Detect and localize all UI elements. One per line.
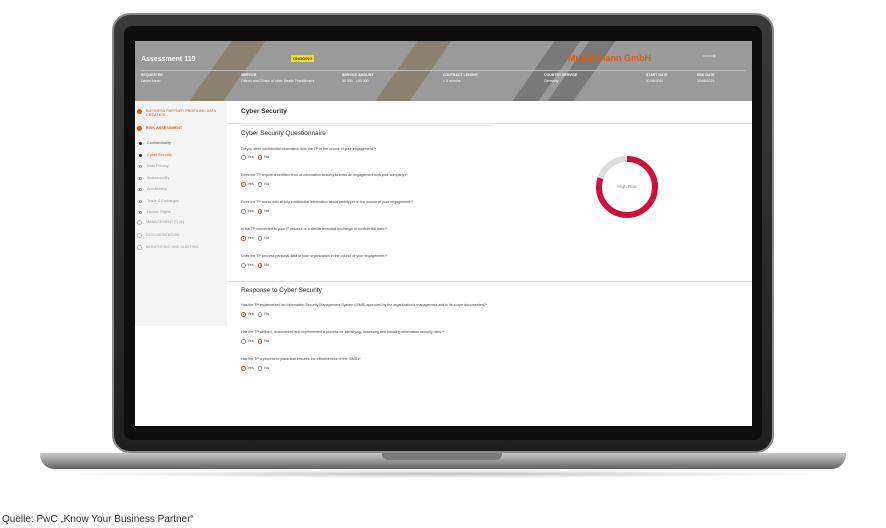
- substep-done-icon: [139, 142, 142, 145]
- section-divider: [227, 281, 752, 282]
- app-screen: Assessment 119 ONGOING Mustermann GmbH ⟶…: [135, 41, 752, 426]
- risk-level-label: High Risk: [617, 184, 637, 189]
- radio-button[interactable]: [257, 236, 263, 241]
- header-decoration: [168, 41, 280, 101]
- meta-requester: REQUESTER Daniel Meier: [141, 73, 163, 83]
- radio-button-selected[interactable]: [241, 366, 246, 371]
- radio-button[interactable]: [257, 366, 263, 371]
- meta-contract-length: CONTRACT LENGHT < 6 months: [443, 73, 478, 83]
- meta-service-amount: SERVICE AMOUNT 20 000 - 100 000: [342, 73, 374, 83]
- question-text: Has the TP implemented an Information Se…: [241, 303, 488, 307]
- question-text: Does the TP require a certified level of…: [241, 173, 408, 177]
- answer-group: Yes No: [241, 312, 273, 317]
- meta-service: SERVICE Offices and Clinics of other Hea…: [241, 73, 315, 83]
- meta-end-date: END DATE 31/05/2021: [697, 73, 715, 83]
- sidebar-item-risk-assessment[interactable]: RISK ASSESSMENT: [137, 126, 182, 131]
- sidebar-item-management-plan[interactable]: MANAGEMENT PLAN: [137, 220, 184, 225]
- sidebar-item-confidentiality[interactable]: Confidentiality: [139, 141, 171, 145]
- radio-button[interactable]: [257, 312, 263, 317]
- title-divider: [227, 123, 752, 124]
- radio-yes[interactable]: Yes: [241, 209, 254, 214]
- laptop-notch: [382, 453, 502, 460]
- assessment-header: Assessment 119 ONGOING Mustermann GmbH ⟶…: [135, 41, 752, 101]
- radio-yes[interactable]: Yes: [241, 366, 254, 371]
- question-text: Is the TP connected to your IT network o…: [241, 227, 388, 231]
- step-pending-icon: [137, 233, 142, 238]
- radio-button-selected[interactable]: [257, 263, 263, 268]
- sidebar-item-anti-bribery[interactable]: Anti-Bribery: [139, 187, 167, 191]
- sidebar-item-human-rights[interactable]: Human Rights: [139, 210, 171, 214]
- radio-button[interactable]: [241, 263, 246, 268]
- sidebar-item-profiling[interactable]: BUSINESS PARTNER PROFILING DATA CREATION: [137, 109, 225, 117]
- substep-current-icon: [139, 154, 142, 157]
- radio-no[interactable]: No: [257, 339, 269, 344]
- radio-button[interactable]: [241, 155, 246, 160]
- radio-no[interactable]: No: [257, 155, 269, 160]
- question-text: Do you store confidential information wi…: [241, 147, 377, 151]
- question-text: Does the TP process personal data of you…: [241, 254, 388, 258]
- laptop-mockup: Assessment 119 ONGOING Mustermann GmbH ⟶…: [0, 0, 886, 528]
- meta-country-service: COUNTRY SERVICE Germany: [544, 73, 578, 83]
- sidebar-item-cyber-security[interactable]: Cyber Security: [139, 153, 172, 157]
- page-title: Cyber Security: [241, 108, 287, 115]
- radio-no[interactable]: No: [257, 263, 269, 268]
- radio-yes[interactable]: Yes: [241, 263, 254, 268]
- radio-yes[interactable]: Yes: [241, 339, 254, 344]
- image-source-caption: Quelle: PwC „Know Your Business Partner“: [2, 514, 194, 525]
- radio-yes[interactable]: Yes: [241, 312, 254, 317]
- radio-yes[interactable]: Yes: [241, 182, 254, 187]
- sidebar-item-trade-embargos[interactable]: Trade & Embargos: [139, 199, 179, 203]
- radio-button-selected[interactable]: [241, 182, 246, 187]
- radio-yes[interactable]: Yes: [241, 155, 254, 160]
- radio-button-selected[interactable]: [257, 209, 263, 214]
- radio-yes[interactable]: Yes: [241, 236, 254, 241]
- radio-no[interactable]: No: [257, 209, 269, 214]
- question-text: Has the TP defined, documented and imple…: [241, 330, 445, 334]
- answer-group: Yes No: [241, 366, 273, 371]
- substep-pending-icon: [139, 165, 142, 168]
- question-text: Has the TP a process in place that ensur…: [241, 357, 361, 361]
- sidebar-item-monitoring[interactable]: MONITORING AND AUDITING: [137, 245, 198, 250]
- meta-start-date: START DATE 01/06/2021: [646, 73, 668, 83]
- radio-no[interactable]: No: [257, 312, 269, 317]
- sidebar-item-data-privacy[interactable]: Data Privacy: [139, 164, 169, 168]
- section-divider: [241, 125, 493, 126]
- header-divider: [141, 70, 746, 71]
- answer-group: Yes No: [241, 263, 273, 268]
- questionnaire-title: Cyber Security Questionnaire: [241, 130, 326, 137]
- response-title: Response to Cyber Security: [241, 287, 322, 294]
- radio-button-selected[interactable]: [257, 155, 263, 160]
- sidebar-item-documentation[interactable]: DOCUMENTATION: [137, 233, 179, 238]
- laptop-shadow: [60, 470, 826, 478]
- sidebar-item-sustainability[interactable]: Sustainability: [139, 176, 169, 180]
- answer-group: Yes No: [241, 182, 273, 187]
- answer-group: Yes No: [241, 155, 273, 160]
- step-pending-icon: [137, 220, 142, 225]
- radio-button[interactable]: [241, 209, 246, 214]
- header-decoration: [354, 41, 466, 101]
- step-complete-icon: [137, 109, 142, 114]
- arrow-right-icon[interactable]: ⟶: [702, 51, 716, 62]
- question-text: Does the TP works with strictly confiden…: [241, 200, 414, 204]
- radio-button-selected[interactable]: [241, 312, 246, 317]
- radio-no[interactable]: No: [257, 182, 269, 187]
- radio-no[interactable]: No: [257, 236, 269, 241]
- substep-pending-icon: [139, 200, 142, 203]
- substep-pending-icon: [139, 177, 142, 180]
- answer-group: Yes No: [241, 339, 273, 344]
- step-pending-icon: [137, 245, 142, 250]
- substep-pending-icon: [139, 188, 142, 191]
- radio-button[interactable]: [241, 339, 246, 344]
- radio-button[interactable]: [257, 182, 263, 187]
- radio-button-selected[interactable]: [257, 339, 263, 344]
- step-active-icon: [137, 126, 142, 131]
- assessment-title: Assessment 119: [141, 56, 196, 63]
- substep-pending-icon: [139, 211, 142, 214]
- answer-group: Yes No: [241, 209, 273, 214]
- answer-group: Yes No: [241, 236, 273, 241]
- radio-no[interactable]: No: [257, 366, 269, 371]
- company-name: Mustermann GmbH: [568, 53, 652, 63]
- radio-button-selected[interactable]: [241, 236, 246, 241]
- status-badge: ONGOING: [291, 55, 315, 62]
